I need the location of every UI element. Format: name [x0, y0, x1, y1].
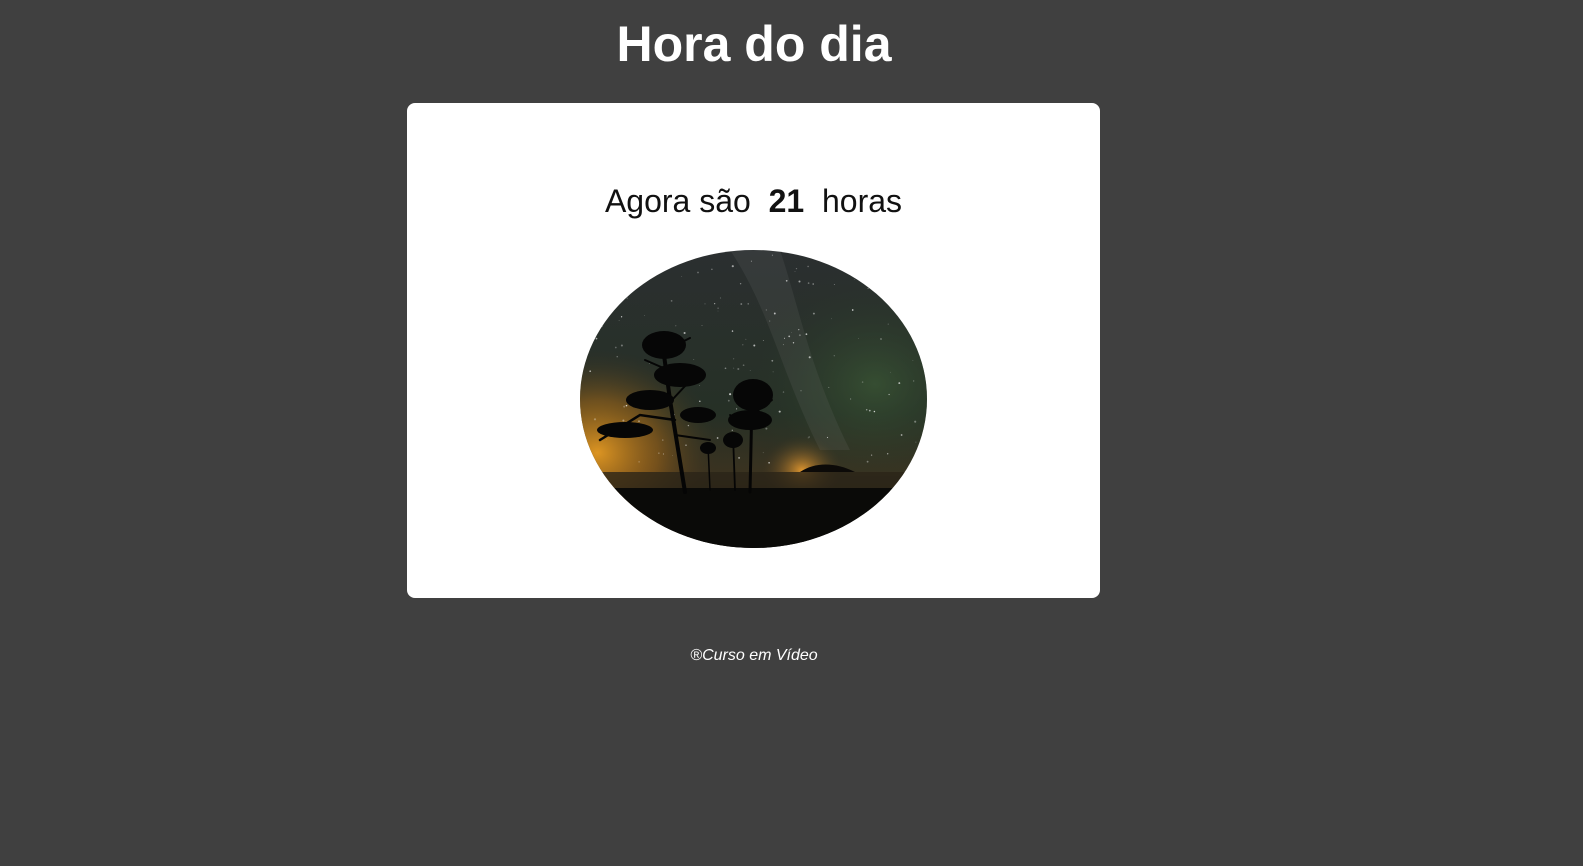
night-sky-icon [580, 250, 927, 548]
time-prefix: Agora são [604, 183, 751, 219]
time-card: Agora são 21 horas [407, 103, 1100, 598]
time-suffix: horas [821, 183, 903, 219]
page-title: Hora do dia [616, 16, 892, 72]
period-image [580, 250, 927, 548]
time-message: Agora são 21 horas [407, 181, 1100, 221]
copyright-footer: ®Curso em Vídeo [690, 647, 818, 664]
current-hour: 21 [768, 183, 805, 219]
page: Hora do dia Agora são 21 horas ®Curso em… [0, 0, 1583, 866]
